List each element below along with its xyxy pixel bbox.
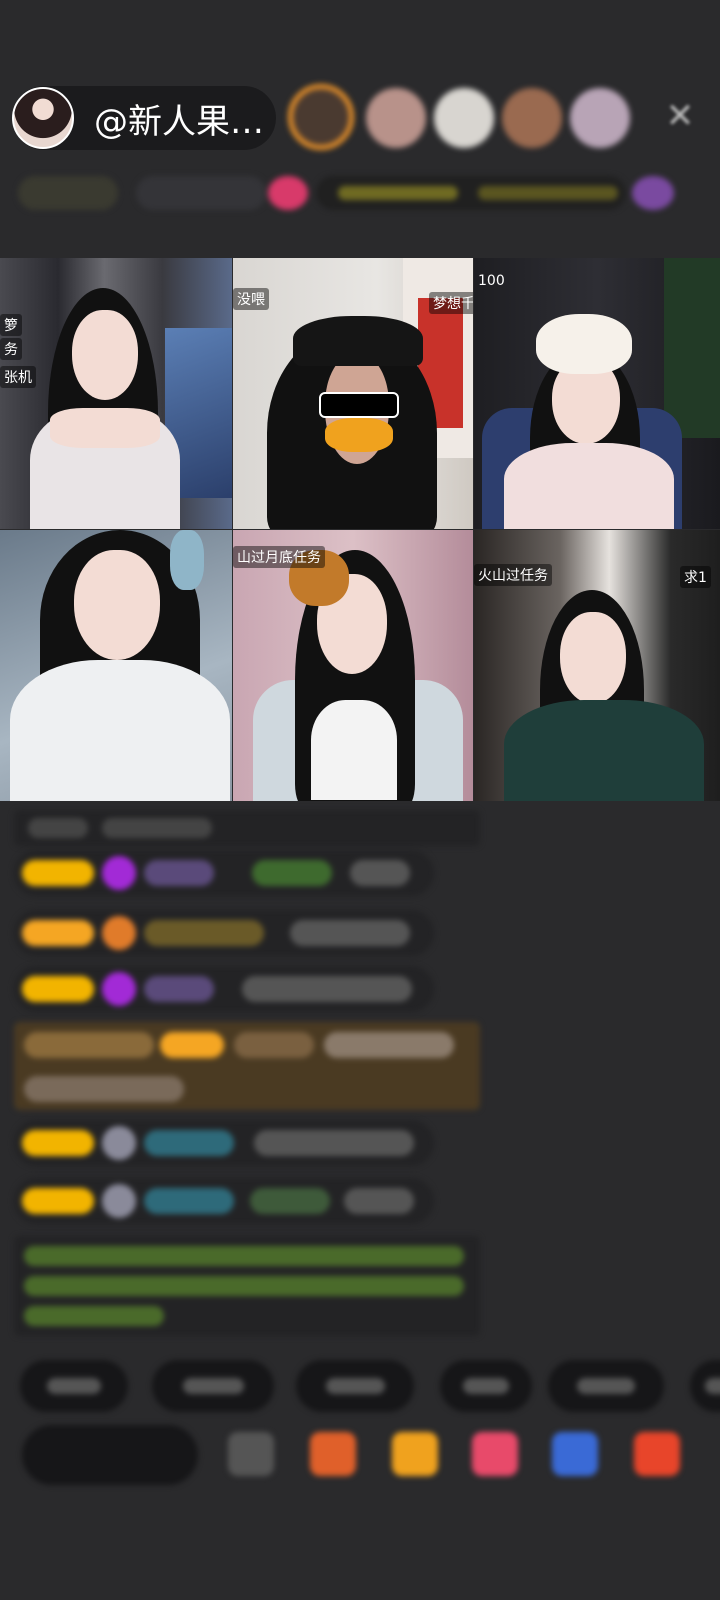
top-bar: @新人果… ✕ — [12, 84, 712, 154]
video-grid: 箩 务 张机 没喂 梦想千 100 山过月底任务 火山过任务 求1 — [0, 258, 720, 801]
host-avatar[interactable] — [12, 87, 74, 149]
video-tile[interactable]: 火山过任务 求1 — [474, 530, 720, 801]
gift-box-icon[interactable] — [310, 1432, 356, 1476]
quick-reply-pill[interactable] — [440, 1360, 532, 1412]
gift-icon[interactable] — [634, 1432, 680, 1476]
lucky-bag-icon[interactable] — [392, 1432, 438, 1476]
chat-message — [14, 850, 434, 896]
chat-message — [14, 1178, 434, 1224]
heart-icon[interactable] — [472, 1432, 518, 1476]
tile-label: 没喂 — [233, 288, 269, 310]
quick-reply-pill[interactable] — [20, 1360, 128, 1412]
quick-reply-pill[interactable] — [296, 1360, 414, 1412]
host-name[interactable]: @新人果… — [94, 94, 264, 143]
chat-message — [14, 1120, 434, 1166]
tile-label: 100 — [478, 273, 505, 289]
tile-label: 务 — [0, 338, 22, 360]
tile-label: 山过月底任务 — [233, 546, 325, 568]
video-tile[interactable]: 山过月底任务 — [233, 530, 473, 801]
room-info-strip — [18, 170, 688, 216]
viewer-avatar[interactable] — [570, 88, 630, 148]
emoji-icon[interactable] — [228, 1432, 274, 1476]
close-icon[interactable]: ✕ — [662, 98, 698, 134]
video-tile[interactable]: 箩 务 张机 — [0, 258, 232, 529]
viewer-avatar[interactable] — [502, 88, 562, 148]
host-info-pill[interactable]: @新人果… — [12, 86, 276, 150]
video-tile[interactable]: 100 — [474, 258, 720, 529]
chat-message — [14, 810, 480, 846]
chat-message — [14, 966, 434, 1012]
quick-reply-pill[interactable] — [548, 1360, 664, 1412]
chat-message-highlight — [14, 1022, 480, 1110]
chat-message — [14, 910, 434, 956]
system-message — [14, 1236, 480, 1336]
quick-reply-pill[interactable] — [690, 1360, 720, 1412]
viewer-avatar[interactable] — [366, 88, 426, 148]
chat-input[interactable] — [22, 1425, 198, 1485]
viewer-avatar[interactable] — [434, 88, 494, 148]
viewer-avatar[interactable] — [288, 84, 354, 150]
video-tile[interactable]: 没喂 梦想千 — [233, 258, 473, 529]
video-tile[interactable] — [0, 530, 232, 801]
tile-label: 箩 — [0, 314, 22, 336]
tile-label: 求1 — [680, 566, 711, 588]
tile-label: 火山过任务 — [474, 564, 552, 586]
chat-bubble-icon[interactable] — [552, 1432, 598, 1476]
quick-reply-pill[interactable] — [152, 1360, 274, 1412]
tile-label: 张机 — [0, 366, 36, 388]
tile-label: 梦想千 — [429, 292, 473, 314]
